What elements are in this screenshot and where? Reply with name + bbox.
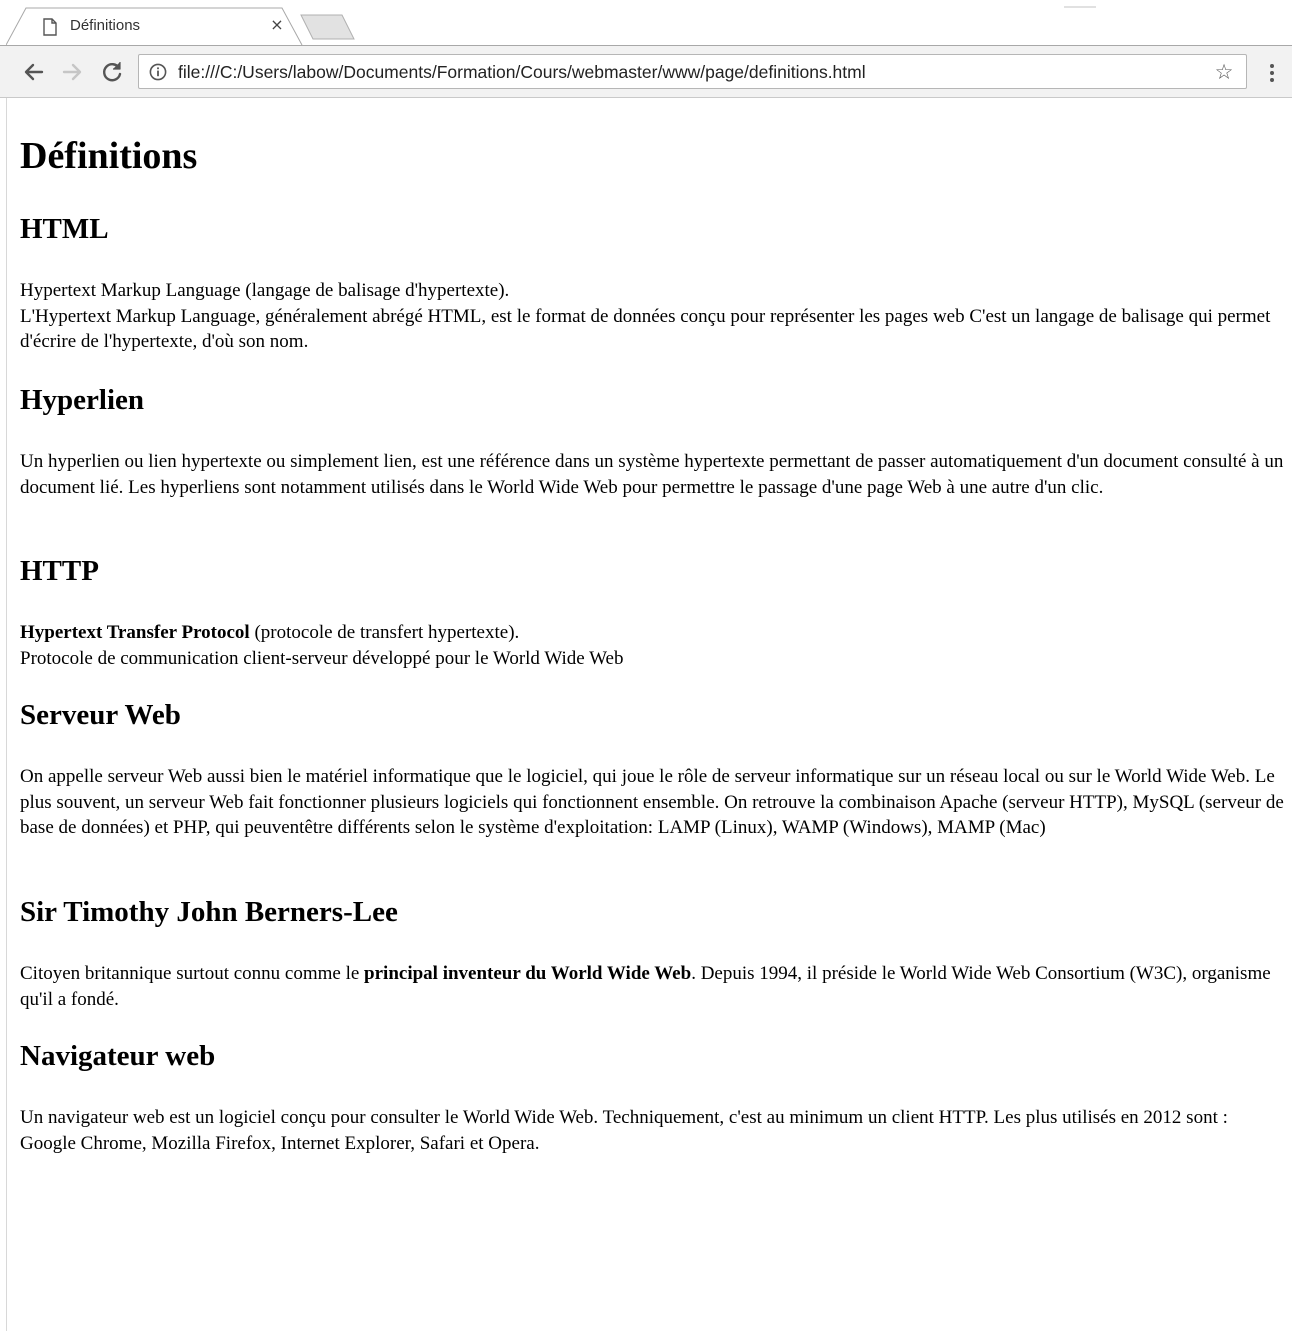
new-tab-button[interactable] bbox=[300, 14, 356, 40]
tab-definitions[interactable]: Définitions × bbox=[6, 7, 306, 46]
section-heading: HTML bbox=[20, 213, 109, 245]
section-text: Citoyen britannique surtout connu comme … bbox=[20, 961, 1288, 1012]
info-icon[interactable] bbox=[149, 63, 167, 81]
section-http: HTTP Hypertext Transfer Protocol (protoc… bbox=[20, 554, 1288, 669]
back-arrow-icon bbox=[24, 63, 44, 81]
section-heading: Sir Timothy John Berners-Lee bbox=[20, 896, 398, 928]
section-line: Protocole de communication client-serveu… bbox=[20, 647, 624, 669]
reload-button[interactable] bbox=[99, 59, 125, 85]
section-text: Hypertext Transfer Protocol (protocole d… bbox=[20, 620, 1288, 671]
document-icon bbox=[42, 18, 58, 36]
kebab-menu-icon[interactable] bbox=[1262, 60, 1282, 86]
section-text: On appelle serveur Web aussi bien le mat… bbox=[20, 766, 1284, 838]
section-heading: Serveur Web bbox=[20, 699, 181, 731]
section-heading: Navigateur web bbox=[20, 1040, 216, 1072]
url-text[interactable]: file:///C:/Users/labow/Documents/Formati… bbox=[178, 62, 866, 83]
tab-title: Définitions bbox=[70, 17, 141, 34]
section-line: (protocole de transfert hypertexte). bbox=[249, 622, 520, 643]
section-html: HTML Hypertext Markup Language (langage … bbox=[20, 212, 1288, 352]
forward-button[interactable] bbox=[59, 59, 85, 85]
section-text: Hypertext Markup Language (langage de ba… bbox=[20, 278, 1288, 355]
close-tab-icon[interactable]: × bbox=[267, 15, 287, 35]
browser-chrome: Définitions × file:///C:/Users/labow/Doc… bbox=[0, 0, 1292, 98]
section-line: Hypertext Markup Language (langage de ba… bbox=[20, 280, 510, 301]
section-heading: HTTP bbox=[20, 555, 99, 587]
bold-term: principal inventeur du World Wide Web bbox=[364, 963, 692, 984]
section-text: Un navigateur web est un logiciel conçu … bbox=[20, 1107, 1228, 1154]
section-text: Un hyperlien ou lien hypertexte ou simpl… bbox=[20, 451, 1284, 498]
section-heading: Hyperlien bbox=[20, 384, 145, 416]
section-line: Citoyen britannique surtout connu comme … bbox=[20, 963, 365, 984]
section-navigateur-web: Navigateur web Un navigateur web est un … bbox=[20, 1039, 1288, 1154]
window-control bbox=[1064, 6, 1096, 8]
page-title: Définitions bbox=[20, 135, 198, 177]
section-berners-lee: Sir Timothy John Berners-Lee Citoyen bri… bbox=[20, 895, 1288, 1010]
section-hyperlien: Hyperlien Un hyperlien ou lien hypertext… bbox=[20, 383, 1288, 498]
back-button[interactable] bbox=[21, 59, 47, 85]
forward-arrow-icon bbox=[62, 63, 82, 81]
section-line: L'Hypertext Markup Language, généralemen… bbox=[20, 305, 1271, 353]
address-bar[interactable]: file:///C:/Users/labow/Documents/Formati… bbox=[138, 54, 1247, 89]
toolbar: file:///C:/Users/labow/Documents/Formati… bbox=[0, 45, 1292, 98]
tab-strip: Définitions × bbox=[0, 0, 1292, 46]
bold-term: Hypertext Transfer Protocol bbox=[20, 622, 250, 643]
reload-icon bbox=[103, 62, 122, 82]
star-icon[interactable]: ☆ bbox=[1212, 60, 1236, 84]
section-serveur-web: Serveur Web On appelle serveur Web aussi… bbox=[20, 698, 1288, 838]
window-border bbox=[6, 98, 7, 1331]
